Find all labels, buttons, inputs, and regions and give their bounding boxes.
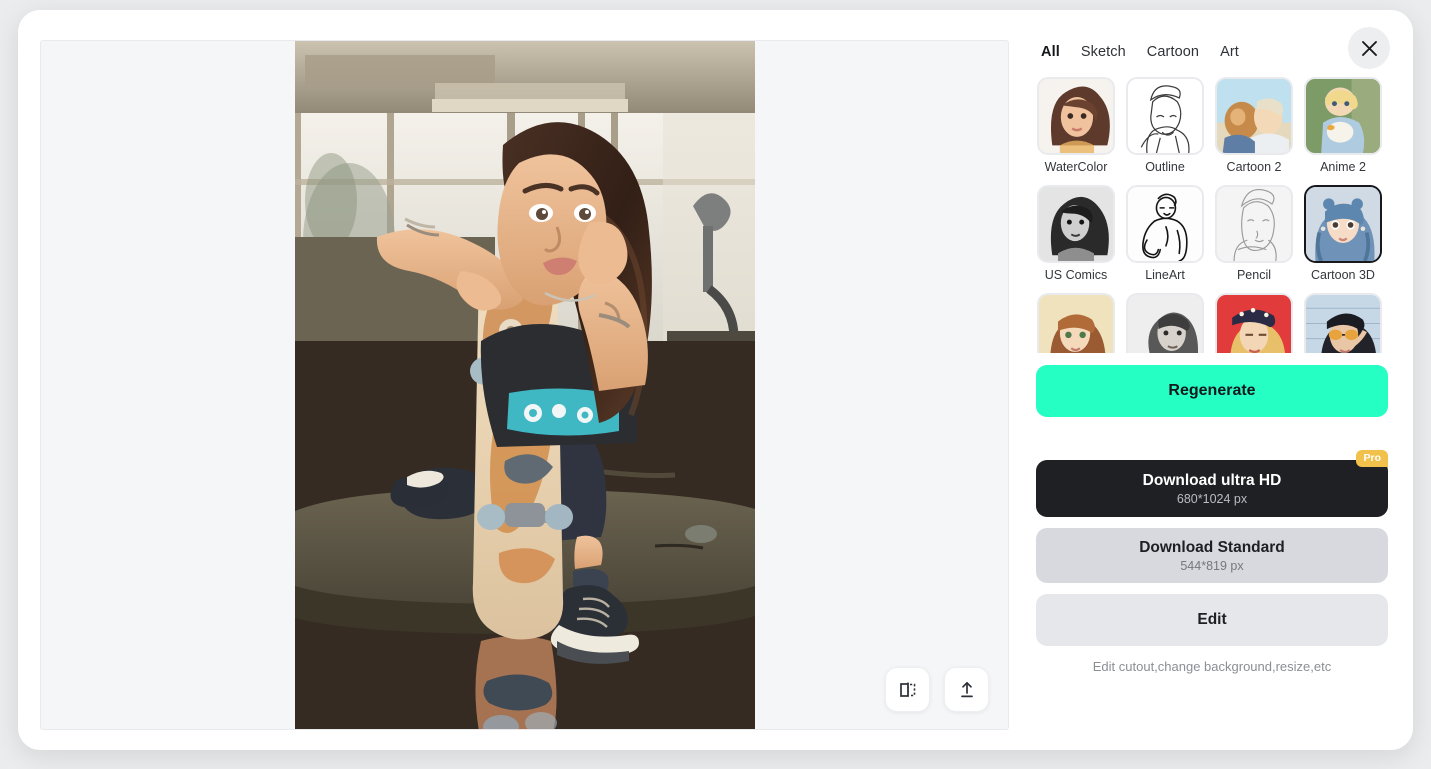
upload-icon [957, 680, 977, 700]
style-item-outline[interactable]: Outline [1126, 77, 1204, 174]
style-item-watercolor[interactable]: WaterColor [1037, 77, 1115, 174]
regenerate-button[interactable]: Regenerate [1036, 365, 1388, 417]
style-item-row3-2[interactable] [1126, 293, 1204, 353]
download-ultra-hd-button[interactable]: Pro Download ultra HD 680*1024 px [1036, 450, 1388, 517]
style-item-pencil[interactable]: Pencil [1215, 185, 1293, 282]
style-thumbnail [1304, 293, 1382, 353]
style-thumbnail [1215, 185, 1293, 263]
style-thumbnail [1037, 77, 1115, 155]
image-canvas [40, 40, 1009, 730]
style-grid: WaterColor Outline Cartoon 2 Anime 2 US … [1037, 77, 1391, 353]
style-label: Pencil [1236, 268, 1272, 282]
style-label: Anime 2 [1320, 160, 1366, 174]
tab-all[interactable]: All [1041, 44, 1060, 60]
style-item-lineart[interactable]: LineArt [1126, 185, 1204, 282]
style-item-cartoon-2[interactable]: Cartoon 2 [1215, 77, 1293, 174]
download-ultra-hd-subtitle: 680*1024 px [1176, 491, 1248, 506]
close-icon [1361, 40, 1378, 57]
style-thumbnail [1037, 185, 1115, 263]
style-thumbnail [1215, 293, 1293, 353]
close-button[interactable] [1348, 27, 1390, 69]
style-label: Cartoon 2 [1226, 160, 1282, 174]
style-item-row3-4[interactable] [1304, 293, 1382, 353]
compare-icon [898, 680, 918, 700]
style-label: Outline [1145, 160, 1185, 174]
style-category-tabs: All Sketch Cartoon Art [1036, 40, 1391, 64]
style-label: LineArt [1145, 268, 1185, 282]
style-thumbnail [1304, 185, 1382, 263]
style-thumbnail [1037, 293, 1115, 353]
style-item-us-comics[interactable]: US Comics [1037, 185, 1115, 282]
upload-button[interactable] [944, 667, 989, 712]
style-item-row3-1[interactable] [1037, 293, 1115, 353]
style-thumbnail [1215, 77, 1293, 155]
style-sidebar: All Sketch Cartoon Art WaterColor Outlin… [1036, 40, 1391, 730]
canvas-toolbar [885, 667, 989, 712]
tab-sketch[interactable]: Sketch [1081, 44, 1126, 60]
compare-button[interactable] [885, 667, 930, 712]
edit-hint-text: Edit cutout,change background,resize,etc [1092, 659, 1332, 674]
style-thumbnail [1126, 293, 1204, 353]
style-thumbnail [1304, 77, 1382, 155]
tab-art[interactable]: Art [1220, 44, 1239, 60]
download-ultra-hd-title: Download ultra HD [1142, 471, 1282, 489]
edit-button[interactable]: Edit [1036, 594, 1388, 646]
download-standard-title: Download Standard [1139, 538, 1285, 556]
tab-cartoon[interactable]: Cartoon [1147, 44, 1199, 60]
generated-image[interactable] [295, 41, 755, 729]
style-item-row3-3[interactable] [1215, 293, 1293, 353]
style-thumbnail [1126, 185, 1204, 263]
style-label: WaterColor [1044, 160, 1108, 174]
style-item-anime-2[interactable]: Anime 2 [1304, 77, 1382, 174]
style-grid-scroll[interactable]: WaterColor Outline Cartoon 2 Anime 2 US … [1036, 77, 1391, 353]
style-label: Cartoon 3D [1311, 268, 1375, 282]
result-modal: All Sketch Cartoon Art WaterColor Outlin… [18, 10, 1413, 750]
style-item-cartoon-3d[interactable]: Cartoon 3D [1304, 185, 1382, 282]
style-thumbnail [1126, 77, 1204, 155]
style-label: US Comics [1044, 268, 1108, 282]
download-standard-subtitle: 544*819 px [1180, 558, 1244, 573]
download-standard-button[interactable]: Download Standard 544*819 px [1036, 528, 1388, 583]
pro-badge: Pro [1356, 450, 1388, 468]
